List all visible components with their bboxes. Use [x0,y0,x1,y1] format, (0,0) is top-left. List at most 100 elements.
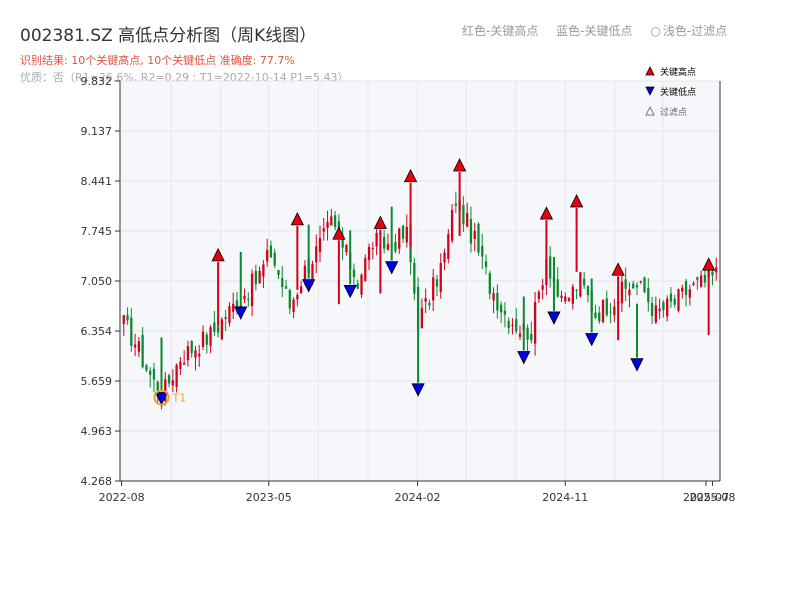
candle-body [126,315,129,321]
candle-body [454,203,457,206]
candle-body [662,302,665,311]
candle-body [462,204,465,225]
candle-body [258,270,261,284]
candle-body [560,295,563,298]
candle-body [481,246,484,257]
candle-body [356,283,359,289]
candle-body [322,228,325,232]
legend-label: 关键高点 [660,66,696,78]
candle-body [571,286,574,304]
candle-body [601,299,605,323]
candle-body [503,310,507,315]
legend-label: 过滤点 [660,106,687,118]
candle-body [575,289,578,291]
candle-body [507,320,510,329]
candle-body [643,277,646,293]
candle-body [398,228,401,249]
candle-body [296,294,299,300]
candle-body [424,298,427,302]
y-tick-label: 5.659 [81,375,113,388]
y-tick-label: 6.354 [81,325,113,338]
candle-body [639,281,642,283]
x-tick-label: 2022-08 [99,491,145,504]
candle-body [360,274,363,295]
y-tick-label: 9.832 [81,75,113,88]
candle-body [511,325,514,327]
candle-body [711,271,714,276]
candle-body [688,289,691,298]
candle-body [224,316,227,320]
candle-body [594,312,597,318]
candle-body [318,237,322,252]
candle-body [232,303,235,312]
candle-body [699,275,703,287]
candle-body [466,212,469,227]
candle-body [473,230,476,240]
candle-body [243,295,246,300]
candle-body [632,283,635,289]
candle-body [122,315,125,324]
candle-body [598,312,601,322]
candle-body [492,293,495,301]
candle-body [228,306,231,324]
candle-body [450,210,454,241]
legend-marker [645,66,655,76]
candle-body [375,233,378,247]
candle-body [669,293,673,302]
candle-body [654,305,657,323]
x-tick-label: 2025-08 [689,491,735,504]
candle-body [541,285,544,290]
candle-body [247,298,250,300]
candle-body [715,267,718,273]
candle-body [201,331,205,347]
candle-body [696,277,699,280]
candle-body [703,275,707,283]
candle-body [567,298,571,301]
candle-body [266,250,269,262]
candle-body [537,291,541,300]
candle-body [273,252,276,266]
candle-body [198,353,201,357]
candle-body [364,258,367,282]
candle-body [345,244,348,253]
y-tick-label: 7.745 [81,225,113,238]
candle-body [213,322,216,332]
candle-body [496,292,499,311]
candle-body [330,216,333,226]
candle-body [488,273,491,294]
candle-body [130,317,133,346]
candle-body [183,362,186,365]
candle-body [530,333,533,341]
candle-body [650,303,654,317]
candle-body [681,287,684,292]
candle-body [647,288,650,302]
candle-body [333,215,337,228]
candle-body [673,298,676,305]
candle-body [432,277,435,301]
candle-body [583,278,586,286]
candle-body [564,296,567,302]
y-tick-label: 4.963 [81,425,113,438]
candle-body [405,226,408,243]
candle-body [435,279,439,287]
candle-body [549,256,552,279]
candle-body [635,285,639,288]
candle-body [586,285,590,296]
candle-body [666,298,669,317]
candle-body [416,286,420,331]
candle-body [303,265,307,280]
candle-body [515,318,518,332]
y-tick-label: 8.441 [81,175,113,188]
candle-body [371,247,374,249]
candle-body [299,286,303,294]
candle-body [526,327,529,340]
candle-body [352,269,356,278]
candle-body [684,281,688,295]
candle-body [613,306,616,316]
candle-body [420,307,424,329]
candle-body [149,370,152,375]
candle-body [288,289,291,309]
candle-body [605,298,608,316]
candle-body [145,365,148,371]
x-tick-label: 2023-05 [246,491,292,504]
